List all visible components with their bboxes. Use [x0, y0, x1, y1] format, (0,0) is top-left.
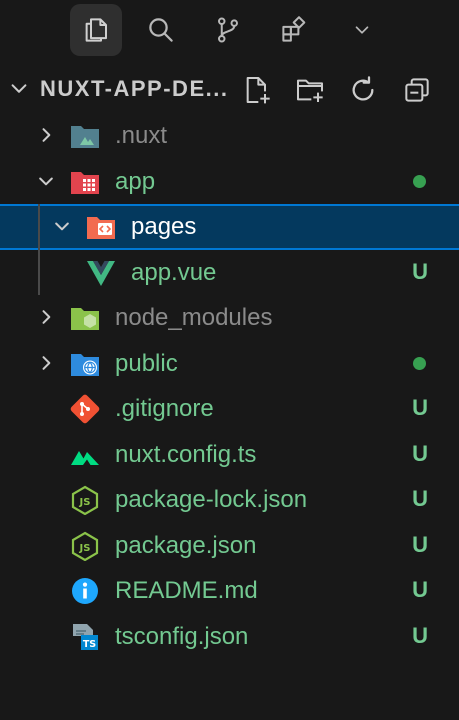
search-button[interactable] — [135, 4, 187, 56]
item-name: nuxt.config.ts — [115, 440, 257, 468]
git-icon — [69, 394, 101, 424]
chevron-down-icon — [355, 26, 369, 34]
refresh-icon — [352, 76, 374, 101]
file-row[interactable]: app.vue U — [0, 250, 459, 296]
search-icon — [149, 18, 173, 42]
chevron-right-icon[interactable] — [36, 353, 56, 373]
git-modified-dot — [413, 356, 426, 370]
item-name: pages — [131, 213, 197, 240]
new-file-icon — [246, 77, 270, 104]
chevron-down-icon[interactable] — [8, 78, 30, 100]
item-name: package.json — [115, 531, 257, 559]
git-status-badge: U — [412, 622, 428, 648]
pages-folder-icon — [85, 212, 117, 242]
new-folder-button[interactable] — [292, 72, 328, 108]
file-row[interactable]: JS package.json U — [0, 523, 459, 569]
svg-text:JS: JS — [79, 497, 91, 508]
info-icon — [69, 576, 101, 606]
file-row[interactable]: .gitignore U — [0, 386, 459, 432]
file-row[interactable]: README.md U — [0, 568, 459, 614]
indent-guide — [38, 204, 40, 295]
extensions-button[interactable] — [268, 4, 320, 56]
source-control-button[interactable] — [202, 4, 254, 56]
item-name: public — [115, 349, 178, 377]
svg-text:JS: JS — [79, 543, 91, 554]
extensions-icon — [282, 16, 306, 42]
files-icon — [85, 18, 107, 42]
item-name: README.md — [115, 577, 258, 604]
item-name: package-lock.json — [115, 486, 308, 513]
item-name: node_modules — [115, 304, 273, 331]
file-row[interactable]: nuxt.config.ts U — [0, 432, 459, 478]
folder-row[interactable]: .nuxt — [0, 113, 459, 159]
git-status-badge: U — [412, 440, 428, 466]
node-modules-folder-icon — [69, 303, 101, 333]
tsconfig-icon: TS — [69, 622, 101, 652]
git-status-badge: U — [412, 395, 428, 420]
explorer-section-header[interactable]: NUXT-APP-DE... — [0, 66, 459, 114]
folder-row[interactable]: public — [0, 341, 459, 387]
git-status-badge: U — [412, 577, 428, 602]
git-status-badge: U — [412, 486, 428, 511]
app-folder-icon — [69, 167, 101, 197]
svg-text:TS: TS — [83, 639, 96, 650]
file-row[interactable]: JS package-lock.json U — [0, 477, 459, 523]
chevron-down-icon[interactable] — [52, 216, 72, 236]
item-name: app.vue — [131, 258, 217, 286]
source-control-icon — [218, 17, 239, 43]
nodejs-icon: JS — [69, 485, 101, 516]
refresh-button[interactable] — [345, 72, 381, 108]
vue-icon — [85, 258, 117, 288]
git-status-badge: U — [412, 531, 428, 557]
explorer-button[interactable] — [70, 4, 122, 56]
chevron-right-icon[interactable] — [36, 125, 56, 145]
more-views-button[interactable] — [336, 4, 388, 56]
item-name: app — [115, 167, 156, 195]
new-folder-icon — [297, 79, 323, 102]
item-name: tsconfig.json — [115, 622, 249, 650]
folder-row[interactable]: pages — [0, 204, 459, 250]
nodejs-icon: JS — [69, 531, 101, 561]
folder-row[interactable]: app — [0, 159, 459, 205]
git-modified-dot — [413, 174, 426, 188]
new-file-button[interactable] — [239, 72, 275, 108]
workspace-title: NUXT-APP-DE... — [40, 76, 229, 101]
nuxt-icon — [69, 440, 101, 470]
public-folder-icon — [69, 349, 101, 379]
folder-row[interactable]: node_modules — [0, 295, 459, 341]
file-row[interactable]: TS tsconfig.json U — [0, 614, 459, 660]
collapse-all-button[interactable] — [399, 72, 435, 108]
file-tree: .nuxt app pages app.vue Unode_modules public.… — [0, 113, 459, 659]
collapse-all-icon — [405, 78, 429, 102]
chevron-right-icon[interactable] — [36, 307, 56, 327]
git-status-badge: U — [412, 258, 428, 284]
view-bar — [0, 0, 459, 60]
item-name: .nuxt — [115, 122, 168, 149]
chevron-down-icon[interactable] — [36, 171, 56, 191]
item-name: .gitignore — [115, 395, 214, 422]
nuxt-folder-icon — [69, 121, 101, 151]
